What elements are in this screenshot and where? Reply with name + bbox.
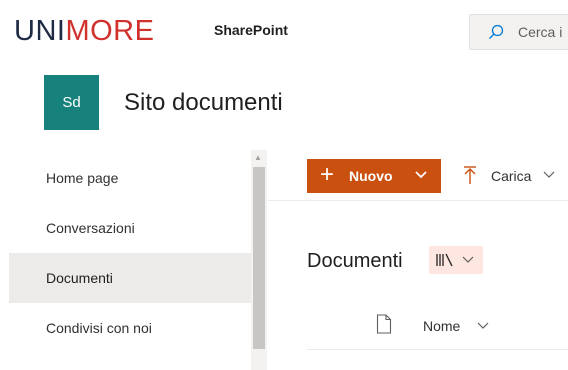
chevron-down-icon[interactable] xyxy=(477,321,489,331)
chevron-down-icon xyxy=(543,171,555,178)
upload-icon xyxy=(464,166,476,184)
site-logo[interactable]: Sd xyxy=(44,75,99,130)
nav-item-label: Home page xyxy=(46,170,119,186)
search-box[interactable]: Cerca i xyxy=(469,14,568,50)
nav-item-shared-with-us[interactable]: Condivisi con noi xyxy=(9,303,251,353)
logo-text-more: MORE xyxy=(65,15,155,47)
column-header-name[interactable]: Nome xyxy=(423,318,460,334)
search-icon xyxy=(489,24,504,39)
suite-bar: UNIMORE SharePoint Cerca i xyxy=(0,0,568,62)
search-placeholder: Cerca i xyxy=(518,24,563,40)
left-navigation: Home page Conversazioni Documenti Condiv… xyxy=(0,150,267,370)
logo-text-uni: UNI xyxy=(14,15,66,47)
nav-item-label: Condivisi con noi xyxy=(46,320,152,336)
nav-item-documents[interactable]: Documenti xyxy=(9,253,251,303)
chevron-down-icon xyxy=(462,256,474,263)
upload-button-label: Carica xyxy=(491,168,532,184)
nav-item-conversations[interactable]: Conversazioni xyxy=(9,203,251,253)
unimore-logo[interactable]: UNIMORE xyxy=(14,14,154,48)
chevron-down-icon xyxy=(415,171,427,179)
nav-item-label: Conversazioni xyxy=(46,220,135,236)
app-name-sharepoint[interactable]: SharePoint xyxy=(214,22,288,38)
site-title[interactable]: Sito documenti xyxy=(124,89,283,117)
library-title: Documenti xyxy=(307,250,403,272)
nav-item-label: Documenti xyxy=(46,270,113,286)
new-button[interactable]: + Nuovo xyxy=(307,159,441,193)
plus-icon: + xyxy=(320,161,335,188)
new-button-label: Nuovo xyxy=(349,168,393,184)
file-type-icon[interactable] xyxy=(376,314,392,334)
nav-scrollbar-thumb[interactable] xyxy=(253,167,265,349)
library-icon xyxy=(436,253,453,267)
scroll-up-arrow-icon[interactable]: ▲ xyxy=(254,153,262,162)
nav-item-home[interactable]: Home page xyxy=(9,153,251,203)
view-switcher-button[interactable] xyxy=(429,246,483,274)
